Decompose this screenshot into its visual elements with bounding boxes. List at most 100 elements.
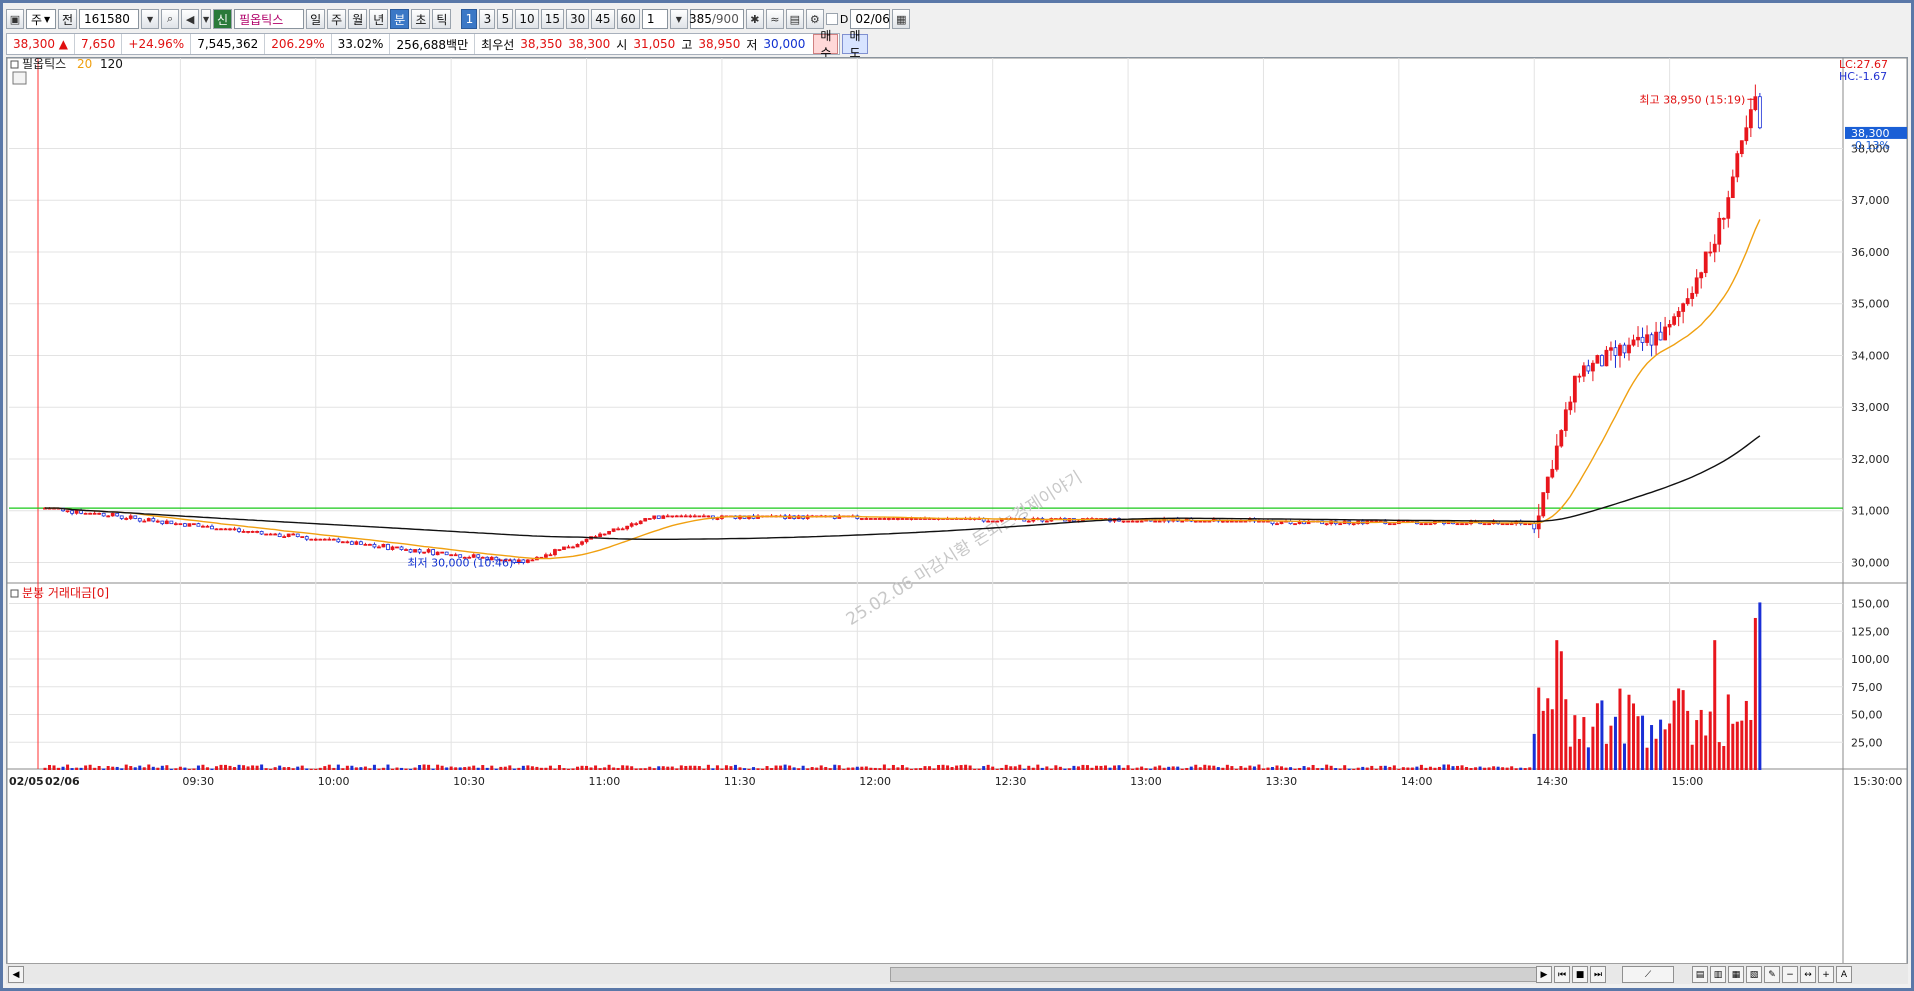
chart-area[interactable]: 25.02.06 마감시황 돈되는경제이야기 30,000 31,000 32,00… [6, 57, 1908, 971]
candle-body [1694, 277, 1699, 294]
prev-button[interactable]: 전 [58, 9, 78, 29]
calendar-icon[interactable] [12, 71, 27, 85]
count-input[interactable]: 385/900 [689, 9, 744, 29]
minute-3[interactable]: 3 [479, 9, 496, 29]
volume-bar [88, 764, 92, 770]
buy-button[interactable]: 매수 [813, 29, 839, 60]
volume-bar [106, 766, 110, 770]
period-tick[interactable]: 틱 [432, 9, 452, 29]
chevron-down-icon[interactable]: ▼ [669, 9, 688, 29]
auto-button[interactable]: A [1836, 966, 1852, 983]
volume-bar [120, 768, 124, 770]
minute-10[interactable]: 10 [515, 9, 539, 29]
minute-5[interactable]: 5 [497, 9, 514, 29]
candle-body [1523, 523, 1528, 526]
multiplier-input[interactable]: 1 [641, 9, 668, 29]
layout-icon[interactable]: ▥ [1710, 966, 1726, 983]
stock-name[interactable]: 필옵틱스 [234, 9, 305, 29]
stop-button[interactable]: ■ [1572, 966, 1588, 983]
period-week[interactable]: 주 [327, 9, 347, 29]
volume-bar [1113, 765, 1117, 770]
volume-bar [350, 765, 354, 770]
volume-bar [233, 767, 237, 770]
candle-body [295, 533, 300, 537]
volume-bar [1428, 766, 1432, 770]
volume-bar [1104, 765, 1108, 770]
chevron-down-icon[interactable]: ▼ [201, 9, 212, 29]
fit-button[interactable]: ↔ [1800, 966, 1816, 983]
volume-bar [1135, 767, 1139, 770]
volume-bar [395, 767, 399, 770]
window-icon[interactable]: ▣ [6, 9, 24, 29]
rewind-button[interactable]: ⏮ [1554, 966, 1570, 983]
calendar-icon[interactable]: ▦ [892, 9, 911, 29]
date-input[interactable]: 02/06 [850, 9, 891, 29]
volume-bar [431, 768, 435, 770]
forward-button[interactable]: ⏭ [1590, 966, 1606, 983]
scroll-right-button[interactable]: ▶ [1536, 966, 1552, 983]
volume-bar [1099, 765, 1103, 770]
volume-bar [1559, 651, 1563, 770]
volume-bar [779, 765, 783, 770]
volume-bar [693, 765, 697, 770]
pen-icon[interactable]: ✎ [1764, 966, 1780, 983]
period-second[interactable]: 초 [411, 9, 431, 29]
candle-body [232, 528, 237, 531]
search-icon[interactable]: ⌕ [161, 9, 180, 29]
volume-bar [846, 767, 850, 770]
code-input[interactable]: 161580 [79, 9, 140, 29]
minute-15[interactable]: 15 [540, 9, 564, 29]
minute-45[interactable]: 45 [591, 9, 615, 29]
layout-icon[interactable]: ▦ [1728, 966, 1744, 983]
chart-tools-icon[interactable]: ✱ [745, 9, 764, 29]
speaker-icon[interactable]: ◀ [181, 9, 200, 29]
candle-body [1275, 523, 1279, 526]
period-month[interactable]: 월 [348, 9, 368, 29]
zoom-out-button[interactable]: − [1782, 966, 1798, 983]
type-select[interactable]: 주 ▼ [26, 9, 56, 29]
minute-60[interactable]: 60 [616, 9, 640, 29]
scroll-left-button[interactable]: ◀ [8, 966, 24, 983]
volume-bar [742, 768, 746, 770]
minute-1[interactable]: 1 [461, 9, 478, 29]
volume-bar [404, 768, 408, 770]
volume-bar [48, 764, 52, 770]
save-icon[interactable]: ▤ [785, 9, 804, 29]
candle-body [74, 510, 79, 514]
date-checkbox[interactable] [825, 13, 838, 25]
candle-body [318, 538, 323, 541]
volume-bar [562, 768, 566, 770]
period-year[interactable]: 년 [369, 9, 389, 29]
minute-30[interactable]: 30 [565, 9, 590, 29]
scroll-thumb[interactable] [890, 967, 1542, 982]
compare-icon[interactable]: ≈ [765, 9, 784, 29]
panel-collapse-icon[interactable] [10, 60, 19, 69]
volume-bar [1180, 768, 1184, 770]
layout-icon[interactable]: ▧ [1746, 966, 1762, 983]
panel-collapse-icon[interactable] [10, 589, 19, 598]
candle-body [625, 525, 630, 530]
volume-bar [679, 765, 683, 770]
volume-bar [187, 768, 191, 770]
layout-icon[interactable]: ▤ [1692, 966, 1708, 983]
candle-body [1649, 334, 1654, 346]
candle-body [1044, 520, 1049, 523]
volume-bar [1280, 766, 1284, 770]
candle-body [990, 520, 995, 523]
chart-svg[interactable]: 25.02.06 마감시황 돈되는경제이야기 30,000 31,000 32,00… [7, 58, 1907, 963]
candle-body [1604, 349, 1609, 367]
zoom-in-button[interactable]: + [1818, 966, 1834, 983]
period-day[interactable]: 일 [306, 9, 326, 29]
candle-body [399, 546, 404, 550]
gear-icon[interactable]: ⚙ [805, 9, 824, 29]
volume-bar [1659, 719, 1663, 770]
volume-bar [1216, 767, 1220, 770]
zoom-slider[interactable]: ⟋ [1622, 966, 1674, 983]
time-tick: 13:30 [1265, 775, 1297, 788]
chevron-down-icon[interactable]: ▼ [141, 9, 160, 29]
chart-scrollbar[interactable]: ◀ ▶ ⏮ ■ ⏭ ⟋ ▤ ▥ ▦ ▧ ✎ − ↔ + A [6, 963, 1908, 984]
candle-body [349, 541, 354, 545]
volume-bar [214, 766, 218, 770]
sell-button[interactable]: 매도 [842, 29, 868, 60]
period-minute[interactable]: 분 [390, 9, 410, 29]
